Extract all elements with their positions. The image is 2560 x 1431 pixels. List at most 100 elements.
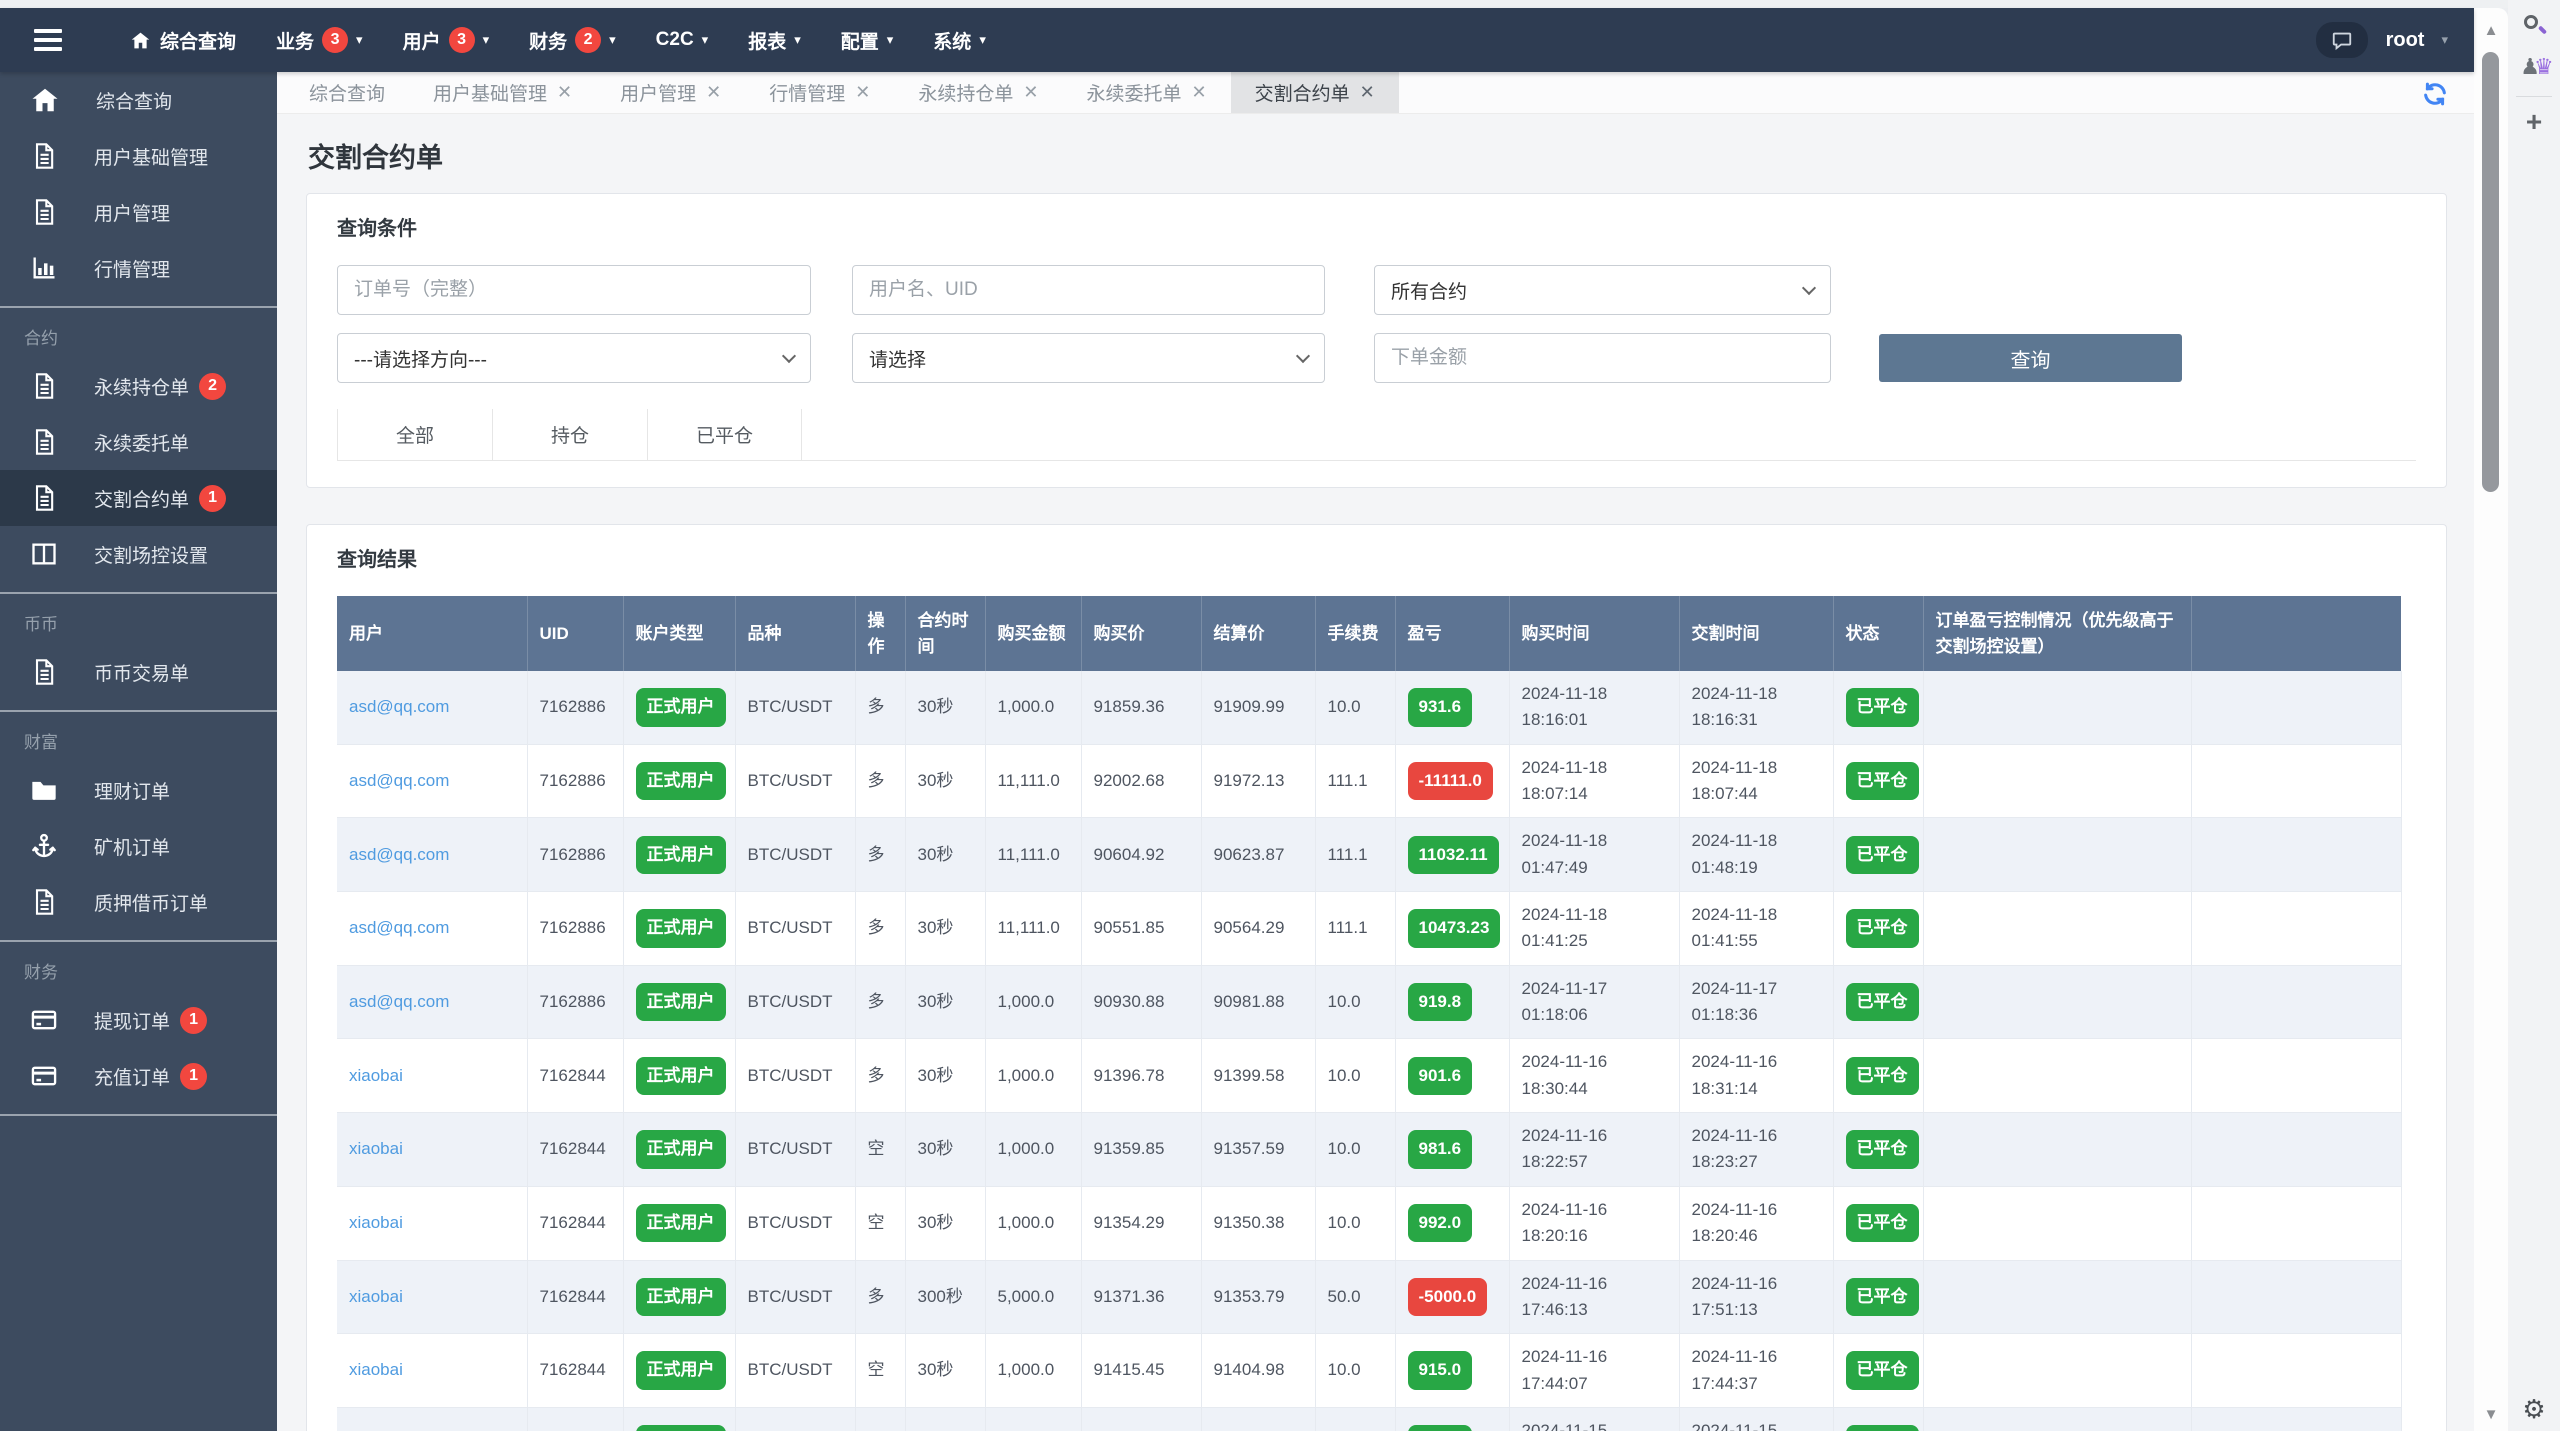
direction-cell: 多 (855, 744, 906, 819)
nav-menu-item[interactable]: C2C ▾ (636, 8, 729, 72)
sidebar-item[interactable]: 交割合约单 1 (0, 470, 277, 526)
sidebar-item[interactable]: 永续持仓单 2 (0, 358, 277, 414)
tab[interactable]: 综合查询 (285, 72, 409, 113)
pair-cell: BTC/USDT (735, 744, 856, 819)
direction-cell: 多 (855, 817, 906, 893)
status-select[interactable]: 请选择 (852, 333, 1325, 383)
direction-select[interactable]: ---请选择方向--- (337, 333, 811, 383)
user-link[interactable]: xiaobai (349, 1213, 403, 1232)
sidebar-item[interactable]: 充值订单 1 (0, 1048, 277, 1104)
sidebar-item[interactable]: 用户基础管理 (0, 128, 277, 184)
sidebar-item[interactable]: 综合查询 (0, 72, 277, 128)
order-no-input[interactable] (337, 265, 811, 315)
uid-cell: 7162844 (527, 1260, 624, 1335)
pnl-badge: 951.2 (1407, 1425, 1473, 1431)
account-type-badge: 正式用户 (635, 982, 726, 1022)
tab-label: 永续持仓单 (918, 84, 1014, 105)
close-icon[interactable]: ✕ (1023, 82, 1038, 103)
nav-menu-item[interactable]: 系统 ▾ (913, 8, 1006, 72)
pnl-control-cell (1923, 1407, 2192, 1431)
nav-menu-item[interactable]: 综合查询 (110, 8, 256, 72)
scroll-up-arrow-icon[interactable]: ▲ (2474, 22, 2508, 39)
user-cell: asd@qq.com (337, 965, 528, 1040)
sidebar-item[interactable]: 矿机订单 (0, 818, 277, 874)
nav-menu-item[interactable]: 业务 3 ▾ (256, 8, 383, 72)
columns-icon (30, 540, 76, 568)
filter-tab[interactable]: 已平仓 (647, 409, 802, 460)
tab[interactable]: 用户基础管理 ✕ (409, 72, 596, 113)
pair-cell: BTC/USDT (735, 1112, 856, 1187)
sidebar-item[interactable]: 质押借币订单 (0, 874, 277, 930)
search-icon[interactable] (2508, 8, 2560, 42)
scroll-down-arrow-icon[interactable]: ▼ (2474, 1406, 2508, 1423)
account-type-badge: 正式用户 (635, 1277, 726, 1317)
user-link[interactable]: asd@qq.com (349, 771, 449, 790)
nav-menu-item[interactable]: 财务 2 ▾ (509, 8, 636, 72)
nav-menu-item[interactable]: 配置 ▾ (821, 8, 914, 72)
buy-time-cell: 2024-11-16 17:44:07 (1509, 1333, 1680, 1408)
nav-menu-item[interactable]: 报表 ▾ (728, 8, 821, 72)
sidebar-item[interactable]: 币币交易单 (0, 644, 277, 700)
account-type-badge: 正式用户 (635, 1203, 726, 1243)
sidebar-item-label: 行情管理 (94, 259, 171, 281)
username-uid-input[interactable] (852, 265, 1325, 315)
direction-select-value: ---请选择方向--- (354, 349, 487, 371)
user-menu[interactable]: root ▾ (2386, 29, 2448, 52)
user-link[interactable]: xiaobai (349, 1360, 403, 1379)
sidebar-item-label: 币币交易单 (94, 663, 190, 685)
sidebar-item[interactable]: 交割场控设置 (0, 526, 277, 582)
tab[interactable]: 永续委托单 ✕ (1062, 72, 1230, 113)
refresh-button[interactable] (2418, 77, 2452, 111)
screen: 综合查询 业务 3 ▾ 用户 3 ▾ 财务 2 ▾ C2C ▾ 报表 ▾ 配置 ▾ 系统 ▾ root ▾ 综合查… (0, 0, 2560, 1431)
sidebar-item[interactable]: 用户管理 (0, 184, 277, 240)
tab-active[interactable]: 交割合约单 ✕ (1230, 72, 1399, 113)
scrollbar[interactable]: ▲ ▼ (2474, 8, 2508, 1431)
sidebar-item[interactable]: 理财订单 (0, 762, 277, 818)
close-icon[interactable]: ✕ (855, 82, 870, 103)
close-icon[interactable]: ✕ (1360, 82, 1375, 103)
close-icon[interactable]: ✕ (557, 82, 572, 103)
filter-tab[interactable]: 全部 (337, 409, 492, 460)
close-icon[interactable]: ✕ (706, 82, 721, 103)
nav-menu-item[interactable]: 用户 3 ▾ (383, 8, 510, 72)
user-cell: asd@qq.com (337, 817, 528, 893)
notification-badge: 1 (180, 1062, 208, 1090)
order-amount-input[interactable] (1374, 333, 1831, 383)
settle-time-cell: 2024-11-18 01:41:55 (1679, 891, 1834, 966)
user-link[interactable]: asd@qq.com (349, 918, 449, 937)
settle-price-cell: 91909.99 (1201, 671, 1316, 745)
tab[interactable]: 行情管理 ✕ (745, 72, 894, 113)
account-type-cell: 正式用户 (623, 1038, 736, 1114)
sidebar-item-label: 充值订单 (94, 1067, 171, 1089)
uid-cell: 7162844 (527, 1186, 624, 1261)
user-link[interactable]: asd@qq.com (349, 845, 449, 864)
chess-extension-icon[interactable]: ♟♛ (2508, 50, 2560, 84)
user-link[interactable]: xiaobai (349, 1139, 403, 1158)
filter-tab[interactable]: 持仓 (492, 409, 647, 460)
gear-icon[interactable]: ⚙ (2508, 1394, 2560, 1425)
user-link[interactable]: xiaobai (349, 1287, 403, 1306)
navbar-right: root ▾ (2315, 22, 2474, 58)
uid-cell: 7162886 (527, 891, 624, 966)
user-link[interactable]: xiaobai (349, 1066, 403, 1085)
sidebar-item[interactable]: 行情管理 (0, 240, 277, 296)
direction-cell: 多 (855, 1260, 906, 1335)
tab[interactable]: 用户管理 ✕ (596, 72, 745, 113)
scrollbar-thumb[interactable] (2482, 52, 2499, 492)
sidebar-item[interactable]: 永续委托单 (0, 414, 277, 470)
user-link[interactable]: asd@qq.com (349, 697, 449, 716)
card-icon (30, 1062, 76, 1090)
tab[interactable]: 永续持仓单 ✕ (894, 72, 1062, 113)
hamburger-menu-icon[interactable] (0, 8, 96, 72)
sidebar-item-label: 用户基础管理 (94, 147, 209, 169)
chat-icon[interactable] (2315, 22, 2368, 58)
user-link[interactable]: asd@qq.com (349, 992, 449, 1011)
buy-time-cell: 2024-11-18 18:07:14 (1509, 744, 1680, 819)
sidebar-item[interactable]: 提现订单 1 (0, 992, 277, 1048)
add-icon[interactable]: + (2508, 105, 2560, 139)
contract-select[interactable]: 所有合约 (1374, 265, 1831, 315)
buy-amount-cell: 1,000.0 (985, 1038, 1082, 1114)
query-button[interactable]: 查询 (1879, 334, 2182, 382)
uid-cell: 7162886 (527, 744, 624, 819)
close-icon[interactable]: ✕ (1191, 82, 1206, 103)
